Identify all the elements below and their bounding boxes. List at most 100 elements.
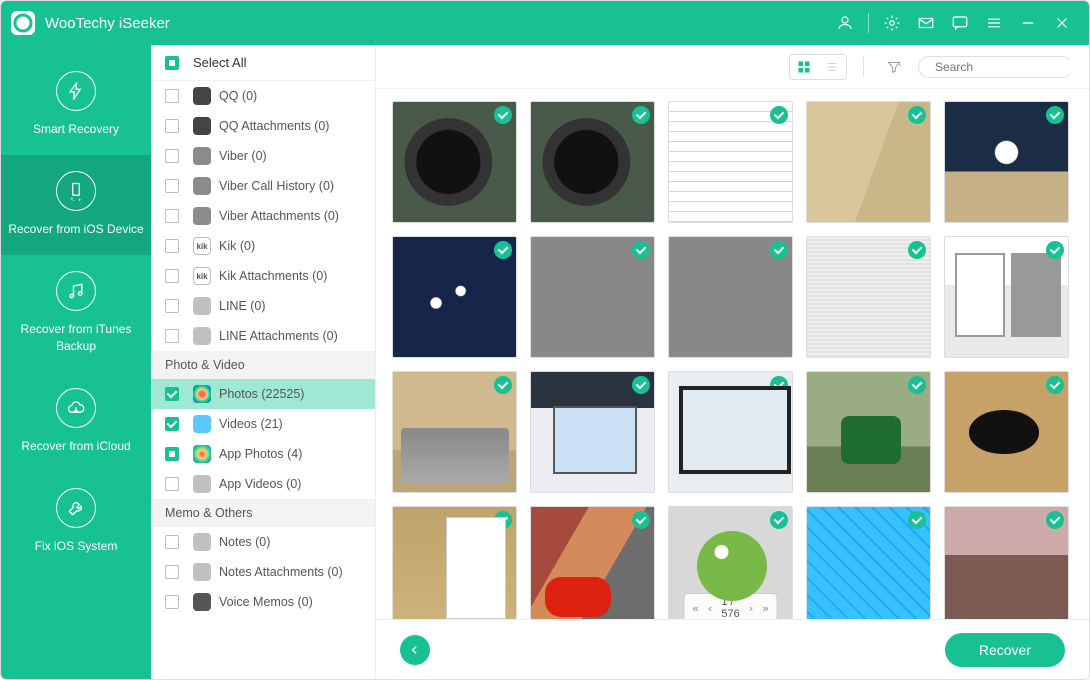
- thumbnail-grid-wrap[interactable]: «‹1 / 576›»: [376, 89, 1089, 619]
- file-type-qq[interactable]: QQ (0): [151, 81, 375, 111]
- mail-icon[interactable]: [909, 6, 943, 40]
- photo-thumb[interactable]: [944, 506, 1069, 619]
- settings-icon[interactable]: [875, 6, 909, 40]
- close-icon[interactable]: [1045, 6, 1079, 40]
- file-type-notesatt[interactable]: Notes Attachments (0): [151, 557, 375, 587]
- recover-button[interactable]: Recover: [945, 633, 1065, 667]
- photo-thumb[interactable]: [668, 101, 793, 223]
- photo-thumb[interactable]: [806, 236, 931, 358]
- nav-label: Recover from iTunes Backup: [7, 321, 145, 353]
- file-type-viberatt[interactable]: Viber Attachments (0): [151, 201, 375, 231]
- photo-thumb[interactable]: [530, 371, 655, 493]
- checkbox[interactable]: [165, 269, 179, 283]
- file-type-label: LINE (0): [219, 299, 266, 313]
- file-type-appphotos[interactable]: App Photos (4): [151, 439, 375, 469]
- file-type-qqatt[interactable]: QQ Attachments (0): [151, 111, 375, 141]
- photo-thumb[interactable]: [806, 371, 931, 493]
- photo-thumb[interactable]: [806, 101, 931, 223]
- checkbox[interactable]: [165, 209, 179, 223]
- file-type-vmemos[interactable]: Voice Memos (0): [151, 587, 375, 617]
- checkbox[interactable]: [165, 299, 179, 313]
- nav-fix-ios[interactable]: Fix iOS System: [1, 472, 151, 572]
- file-type-videos[interactable]: Videos (21): [151, 409, 375, 439]
- checkbox[interactable]: [165, 417, 179, 431]
- file-type-label: Notes Attachments (0): [219, 565, 343, 579]
- selected-check-icon: [494, 106, 512, 124]
- photo-thumb[interactable]: [392, 506, 517, 619]
- pager-last[interactable]: »: [762, 602, 769, 615]
- photo-thumb[interactable]: [392, 371, 517, 493]
- selected-check-icon: [632, 376, 650, 394]
- nav-label: Recover from iOS Device: [8, 221, 143, 237]
- pager-next[interactable]: ›: [748, 602, 755, 615]
- file-type-line[interactable]: LINE (0): [151, 291, 375, 321]
- menu-icon[interactable]: [977, 6, 1011, 40]
- account-icon[interactable]: [828, 6, 862, 40]
- music-note-icon: [56, 271, 96, 311]
- list-view-button[interactable]: [818, 55, 846, 79]
- feedback-icon[interactable]: [943, 6, 977, 40]
- checkbox[interactable]: [165, 149, 179, 163]
- selected-check-icon: [632, 511, 650, 529]
- selected-check-icon: [908, 376, 926, 394]
- nav-recover-icloud[interactable]: Recover from iCloud: [1, 372, 151, 472]
- selected-check-icon: [908, 241, 926, 259]
- checkbox[interactable]: [165, 329, 179, 343]
- photo-thumb[interactable]: [530, 101, 655, 223]
- photo-thumb[interactable]: [392, 236, 517, 358]
- viber-icon: [193, 207, 211, 225]
- checkbox[interactable]: [165, 387, 179, 401]
- file-type-list[interactable]: QQ (0) QQ Attachments (0)Viber (0)Viber C…: [151, 81, 375, 679]
- back-button[interactable]: [400, 635, 430, 665]
- photo-thumb[interactable]: [944, 371, 1069, 493]
- checkbox[interactable]: [165, 477, 179, 491]
- photo-thumb[interactable]: [944, 236, 1069, 358]
- search-box[interactable]: [918, 56, 1073, 78]
- pager-prev[interactable]: ‹: [707, 602, 714, 615]
- nav-smart-recovery[interactable]: Smart Recovery: [1, 55, 151, 155]
- file-type-label: App Videos (0): [219, 477, 301, 491]
- photo-thumb[interactable]: [668, 371, 793, 493]
- checkbox[interactable]: [165, 89, 179, 103]
- checkbox[interactable]: [165, 239, 179, 253]
- photo-thumb[interactable]: [806, 506, 931, 619]
- file-type-viberch[interactable]: Viber Call History (0): [151, 171, 375, 201]
- select-all-checkbox[interactable]: [165, 56, 179, 70]
- file-type-notes[interactable]: Notes (0): [151, 527, 375, 557]
- nav-recover-itunes[interactable]: Recover from iTunes Backup: [1, 255, 151, 371]
- photo-thumb[interactable]: [668, 236, 793, 358]
- selected-check-icon: [770, 106, 788, 124]
- select-all-label: Select All: [193, 55, 246, 70]
- file-type-viber[interactable]: Viber (0): [151, 141, 375, 171]
- file-type-lineatt[interactable]: LINE Attachments (0): [151, 321, 375, 351]
- file-type-label: Kik Attachments (0): [219, 269, 327, 283]
- file-type-kik[interactable]: kikKik (0): [151, 231, 375, 261]
- photo-thumb[interactable]: [944, 101, 1069, 223]
- checkbox[interactable]: [165, 119, 179, 133]
- viber-icon: [193, 177, 211, 195]
- videos-icon: [193, 415, 211, 433]
- filter-button[interactable]: [880, 55, 908, 79]
- checkbox[interactable]: [165, 565, 179, 579]
- photo-thumb[interactable]: «‹1 / 576›»: [668, 506, 793, 619]
- photo-thumb[interactable]: [530, 236, 655, 358]
- file-type-label: Photos (22525): [219, 387, 304, 401]
- file-type-label: QQ (0): [219, 89, 257, 103]
- pager-first[interactable]: «: [692, 602, 699, 615]
- checkbox[interactable]: [165, 447, 179, 461]
- minimize-icon[interactable]: [1011, 6, 1045, 40]
- grid-view-button[interactable]: [790, 55, 818, 79]
- checkbox[interactable]: [165, 595, 179, 609]
- photo-thumb[interactable]: [530, 506, 655, 619]
- photo-thumb[interactable]: [392, 101, 517, 223]
- file-type-appvideos[interactable]: App Videos (0): [151, 469, 375, 499]
- nav-recover-ios-device[interactable]: Recover from iOS Device: [1, 155, 151, 255]
- checkbox[interactable]: [165, 179, 179, 193]
- file-type-photos[interactable]: Photos (22525): [151, 379, 375, 409]
- select-all-row[interactable]: Select All: [151, 45, 375, 81]
- search-input[interactable]: [935, 60, 1090, 74]
- file-type-kikatt[interactable]: kikKik Attachments (0): [151, 261, 375, 291]
- pager[interactable]: «‹1 / 576›»: [683, 593, 778, 619]
- selected-check-icon: [908, 106, 926, 124]
- checkbox[interactable]: [165, 535, 179, 549]
